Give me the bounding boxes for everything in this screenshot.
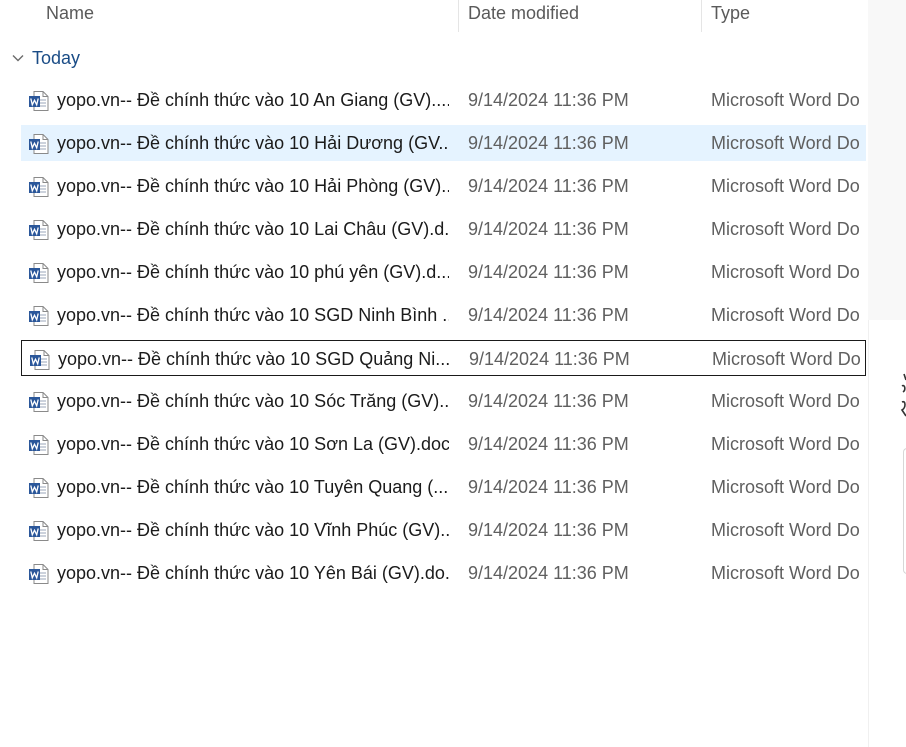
column-divider[interactable] [701,0,702,32]
file-date-modified: 9/14/2024 11:36 PM [468,262,629,282]
column-header-date-modified[interactable]: Date modified [468,0,698,30]
file-date-modified: 9/14/2024 11:36 PM [468,305,629,325]
file-row[interactable]: yopo.vn-- Đề chính thức vào 10 Vĩnh Phúc… [21,512,866,548]
file-type: Microsoft Word Do [711,133,860,153]
file-row[interactable]: yopo.vn-- Đề chính thức vào 10 Lai Châu … [21,211,866,247]
file-type: Microsoft Word Do [711,434,860,454]
file-date-modified: 9/14/2024 11:36 PM [469,349,630,369]
file-date-modified: 9/14/2024 11:36 PM [468,391,629,411]
word-document-icon [29,263,49,283]
file-date-modified: 9/14/2024 11:36 PM [468,434,629,454]
file-name: yopo.vn-- Đề chính thức vào 10 Hải Phòng… [57,176,449,196]
word-document-icon [29,134,49,154]
word-document-icon [30,350,50,370]
word-document-icon [29,306,49,326]
file-type: Microsoft Word Do [711,262,860,282]
word-document-icon [29,564,49,584]
word-document-icon [29,521,49,541]
word-document-icon [29,91,49,111]
word-document-icon [29,478,49,498]
file-row[interactable]: yopo.vn-- Đề chính thức vào 10 SGD Quảng… [21,340,866,376]
word-document-icon [29,435,49,455]
column-header-bar: Name Date modified Type [0,0,868,32]
file-name: yopo.vn-- Đề chính thức vào 10 SGD Ninh … [57,305,449,325]
file-name: yopo.vn-- Đề chính thức vào 10 Sóc Trăng… [57,391,449,411]
file-explorer-window: Name Date modified Type Today yopo.vn-- … [0,0,906,747]
file-name: yopo.vn-- Đề chính thức vào 10 phú yên (… [57,262,449,282]
file-type: Microsoft Word Do [711,305,860,325]
file-name: yopo.vn-- Đề chính thức vào 10 Tuyên Qua… [57,477,449,497]
side-panel [868,0,906,320]
file-date-modified: 9/14/2024 11:36 PM [468,219,629,239]
file-row[interactable]: yopo.vn-- Đề chính thức vào 10 Sơn La (G… [21,426,866,462]
file-row[interactable]: yopo.vn-- Đề chính thức vào 10 Yên Bái (… [21,555,866,591]
chevron-down-icon[interactable] [11,51,25,65]
file-name: yopo.vn-- Đề chính thức vào 10 Yên Bái (… [57,563,449,583]
file-date-modified: 9/14/2024 11:36 PM [468,477,629,497]
file-row[interactable]: yopo.vn-- Đề chính thức vào 10 Sóc Trăng… [21,383,866,419]
file-type: Microsoft Word Do [711,176,860,196]
file-name: yopo.vn-- Đề chính thức vào 10 Hải Dương… [57,133,449,153]
group-header-today[interactable]: Today [0,44,300,72]
file-row[interactable]: yopo.vn-- Đề chính thức vào 10 An Giang … [21,82,866,118]
word-document-icon [29,177,49,197]
file-name: yopo.vn-- Đề chính thức vào 10 Vĩnh Phúc… [57,520,449,540]
file-type: Microsoft Word Do [711,219,860,239]
file-date-modified: 9/14/2024 11:36 PM [468,90,629,110]
file-type: Microsoft Word Do [711,90,860,110]
file-type: Microsoft Word Do [711,477,860,497]
file-name: yopo.vn-- Đề chính thức vào 10 Sơn La (G… [57,434,449,454]
column-header-name[interactable]: Name [46,0,456,30]
file-name: yopo.vn-- Đề chính thức vào 10 Lai Châu … [57,219,449,239]
file-name: yopo.vn-- Đề chính thức vào 10 SGD Quảng… [58,349,450,369]
file-date-modified: 9/14/2024 11:36 PM [468,520,629,540]
group-label: Today [32,47,81,68]
file-row[interactable]: yopo.vn-- Đề chính thức vào 10 Hải Phòng… [21,168,866,204]
file-date-modified: 9/14/2024 11:36 PM [468,563,629,583]
file-row[interactable]: yopo.vn-- Đề chính thức vào 10 Hải Dương… [21,125,866,161]
file-type: Microsoft Word Do [711,563,860,583]
file-row[interactable]: yopo.vn-- Đề chính thức vào 10 SGD Ninh … [21,297,866,333]
file-type: Microsoft Word Do [712,349,861,369]
file-name: yopo.vn-- Đề chính thức vào 10 An Giang … [57,90,449,110]
word-document-icon [29,220,49,240]
file-type: Microsoft Word Do [711,391,860,411]
file-row[interactable]: yopo.vn-- Đề chính thức vào 10 Tuyên Qua… [21,469,866,505]
file-date-modified: 9/14/2024 11:36 PM [468,133,629,153]
file-row[interactable]: yopo.vn-- Đề chính thức vào 10 phú yên (… [21,254,866,290]
file-type: Microsoft Word Do [711,520,860,540]
column-divider[interactable] [458,0,459,32]
column-header-type[interactable]: Type [711,0,861,30]
file-date-modified: 9/14/2024 11:36 PM [468,176,629,196]
word-document-icon [29,392,49,412]
partial-text-glyph [900,373,906,417]
